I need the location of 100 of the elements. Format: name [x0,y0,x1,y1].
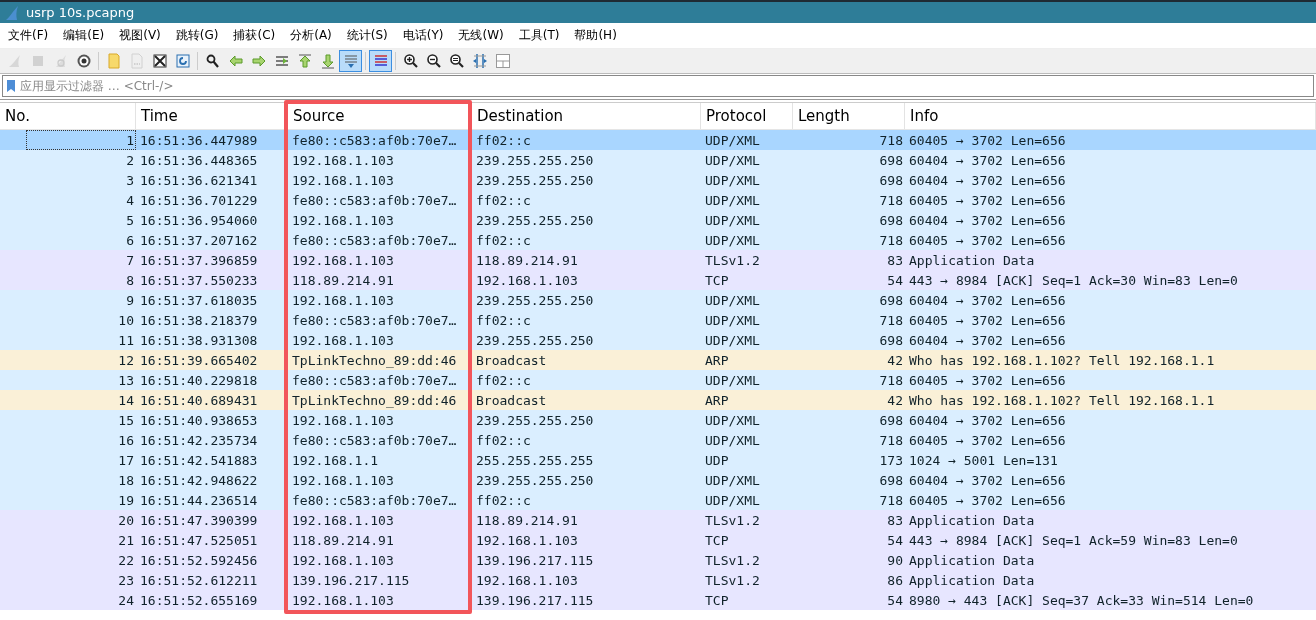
table-cell-text: 22 [117,551,135,570]
packet-row[interactable]: 15 16:51:40.938653 192.168.1.103 239.255.255.250 UDP/XML 698 60404 → 3702 Len=656 [0,410,1316,430]
table-cell-text: 54 [886,591,904,610]
striped-lines-icon [372,53,389,69]
menu-item[interactable]: 视图(V) [113,27,167,44]
menu-item[interactable]: 编辑(E) [57,27,111,44]
table-cell-text: 698 [878,171,904,190]
table-cell-text: TLSv1.2 [704,571,761,590]
packet-row[interactable]: 7 16:51:37.396859 192.168.1.103 118.89.214.91 TLSv1.2 83 Application Data [0,250,1316,270]
grid-icon [494,53,511,69]
packet-row[interactable]: 3 16:51:36.621341 192.168.1.103 239.255.255.250 UDP/XML 698 60404 → 3702 Len=656 [0,170,1316,190]
packet-row[interactable]: 13 16:51:40.229818 fe80::c583:af0b:70e7… ff02::c UDP/XML 718 60405 → 3702 Len=656 [0,370,1316,390]
column-header[interactable]: Destination [472,103,701,129]
table-cell-text: 16:51:37.550233 [139,271,259,290]
menu-item[interactable]: 无线(W) [452,27,510,44]
zoom-out-icon [425,53,442,69]
menu-item[interactable]: 工具(T) [512,27,566,44]
menu-item[interactable]: 跳转(G) [169,27,225,44]
table-cell-text: 2 [125,151,135,170]
menu-item[interactable]: 帮助(H) [568,27,623,44]
menu-item[interactable]: 统计(S) [340,27,394,44]
column-header[interactable]: Source [288,103,472,129]
packet-row[interactable]: 24 16:51:52.655169 192.168.1.103 139.196.217.115 TCP 54 8980 → 443 [ACK] Seq=37 Ack=33 Win=514 Len=0 [0,590,1316,610]
table-cell-text: 239.255.255.250 [475,211,595,230]
table-cell-text: 42 [886,391,904,410]
table-cell-text: 16:51:37.396859 [139,251,259,270]
table-cell-text: ff02::c [475,491,532,510]
packet-row[interactable]: 9 16:51:37.618035 192.168.1.103 239.255.255.250 UDP/XML 698 60404 → 3702 Len=656 [0,290,1316,310]
table-cell-text: 192.168.1.103 [291,291,395,310]
column-header[interactable]: Time [136,103,288,129]
table-cell-text: 16 [117,431,135,450]
packet-row[interactable]: 11 16:51:38.931308 192.168.1.103 239.255.255.250 UDP/XML 698 60404 → 3702 Len=656 [0,330,1316,350]
table-cell-text: UDP/XML [704,491,761,510]
table-cell-text: 60404 → 3702 Len=656 [908,411,1067,430]
column-header[interactable]: Info [905,103,1316,129]
packet-row[interactable]: 23 16:51:52.612211 139.196.217.115 192.168.1.103 TLSv1.2 86 Application Data [0,570,1316,590]
packet-row[interactable]: 19 16:51:44.236514 fe80::c583:af0b:70e7… ff02::c UDP/XML 718 60405 → 3702 Len=656 [0,490,1316,510]
table-cell-text: UDP/XML [704,331,761,350]
table-cell-text: 1024 → 5001 Len=131 [908,451,1059,470]
packet-row[interactable]: 8 16:51:37.550233 118.89.214.91 192.168.1.103 TCP 54 443 → 8984 [ACK] Seq=1 Ack=30 Win=83 Len=0 [0,270,1316,290]
packet-row[interactable]: 16 16:51:42.235734 fe80::c583:af0b:70e7… ff02::c UDP/XML 718 60405 → 3702 Len=656 [0,430,1316,450]
packet-row[interactable]: 22 16:51:52.592456 192.168.1.103 139.196.217.115 TLSv1.2 90 Application Data [0,550,1316,570]
menu-item[interactable]: 捕获(C) [227,27,282,44]
table-cell-text: 83 [886,511,904,530]
menu-item[interactable]: 文件(F) [2,27,55,44]
bookmark-icon[interactable] [6,79,16,93]
table-cell-text: TpLinkTechno_89:dd:46 [291,391,458,410]
table-cell-text: 60405 → 3702 Len=656 [908,371,1067,390]
packet-row[interactable]: 20 16:51:47.390399 192.168.1.103 118.89.214.91 TLSv1.2 83 Application Data [0,510,1316,530]
menu-item[interactable]: 分析(A) [284,27,338,44]
table-cell-text: 60404 → 3702 Len=656 [908,171,1067,190]
table-cell-text: 192.168.1.103 [291,211,395,230]
column-header[interactable]: Protocol [701,103,793,129]
table-cell-text: 16:51:40.689431 [139,391,259,410]
menu-item[interactable]: 电话(Y) [396,27,450,44]
table-cell-text: 255.255.255.255 [475,451,595,470]
table-cell-text: 16:51:38.931308 [139,331,259,350]
table-cell-text: 698 [878,471,904,490]
table-cell-text: Application Data [908,511,1036,530]
table-cell-text: 192.168.1.103 [291,471,395,490]
table-cell-text: 3 [125,171,135,190]
gear-icon [75,53,92,69]
table-cell-text: TpLinkTechno_89:dd:46 [291,351,458,370]
table-cell-text: 698 [878,331,904,350]
packet-row[interactable]: 12 16:51:39.665402 TpLinkTechno_89:dd:46 Broadcast ARP 42 Who has 192.168.1.102? Tell 192.168.1.1 [0,350,1316,370]
packet-row[interactable]: 6 16:51:37.207162 fe80::c583:af0b:70e7… ff02::c UDP/XML 718 60405 → 3702 Len=656 [0,230,1316,250]
packet-row[interactable]: 5 16:51:36.954060 192.168.1.103 239.255.255.250 UDP/XML 698 60404 → 3702 Len=656 [0,210,1316,230]
file-icon [128,53,145,69]
packet-row[interactable]: 10 16:51:38.218379 fe80::c583:af0b:70e7… ff02::c UDP/XML 718 60405 → 3702 Len=656 [0,310,1316,330]
table-cell-text: fe80::c583:af0b:70e7… [291,191,458,210]
table-cell-text: 60405 → 3702 Len=656 [908,191,1067,210]
table-cell-text: 8980 → 443 [ACK] Seq=37 Ack=33 Win=514 Len=0 [908,591,1255,610]
table-cell-text: 14 [117,391,135,410]
table-cell-text: UDP/XML [704,291,761,310]
table-cell-text: 718 [878,231,904,250]
packet-row[interactable]: 17 16:51:42.541883 192.168.1.1 255.255.255.255 UDP 173 1024 → 5001 Len=131 [0,450,1316,470]
packet-row[interactable]: 18 16:51:42.948622 192.168.1.103 239.255.255.250 UDP/XML 698 60404 → 3702 Len=656 [0,470,1316,490]
table-cell-text: 139.196.217.115 [475,591,595,610]
column-header[interactable]: Length [793,103,905,129]
filter-field[interactable]: 应用显示过滤器 … <Ctrl-/> [2,75,1314,97]
table-cell-text: 6 [125,231,135,250]
table-cell-text: 60404 → 3702 Len=656 [908,471,1067,490]
table-cell-text: 20 [117,511,135,530]
packet-row[interactable]: 2 16:51:36.448365 192.168.1.103 239.255.255.250 UDP/XML 698 60404 → 3702 Len=656 [0,150,1316,170]
table-cell-text: 86 [886,571,904,590]
table-cell-text: fe80::c583:af0b:70e7… [291,491,458,510]
table-cell-text: UDP/XML [704,471,761,490]
packet-row[interactable]: 1 16:51:36.447989 fe80::c583:af0b:70e7… ff02::c UDP/XML 718 60405 → 3702 Len=656 [0,130,1316,150]
packet-row[interactable]: 14 16:51:40.689431 TpLinkTechno_89:dd:46 Broadcast ARP 42 Who has 192.168.1.102? Tell 192.168.1.1 [0,390,1316,410]
packet-row[interactable]: 4 16:51:36.701229 fe80::c583:af0b:70e7… ff02::c UDP/XML 718 60405 → 3702 Len=656 [0,190,1316,210]
table-cell-text: 192.168.1.103 [291,591,395,610]
table-cell-text: Who has 192.168.1.102? Tell 192.168.1.1 [908,351,1216,370]
table-cell-text: 239.255.255.250 [475,151,595,170]
table-cell-text: 718 [878,431,904,450]
table-cell-text: 7 [125,251,135,270]
table-cell-text: ff02::c [475,191,532,210]
column-header[interactable]: No. [0,103,136,129]
packet-row[interactable]: 21 16:51:47.525051 118.89.214.91 192.168.1.103 TCP 54 443 → 8984 [ACK] Seq=1 Ack=59 Win=83 Len=0 [0,530,1316,550]
right-arrow-icon [250,53,267,69]
table-cell-text: 60404 → 3702 Len=656 [908,211,1067,230]
